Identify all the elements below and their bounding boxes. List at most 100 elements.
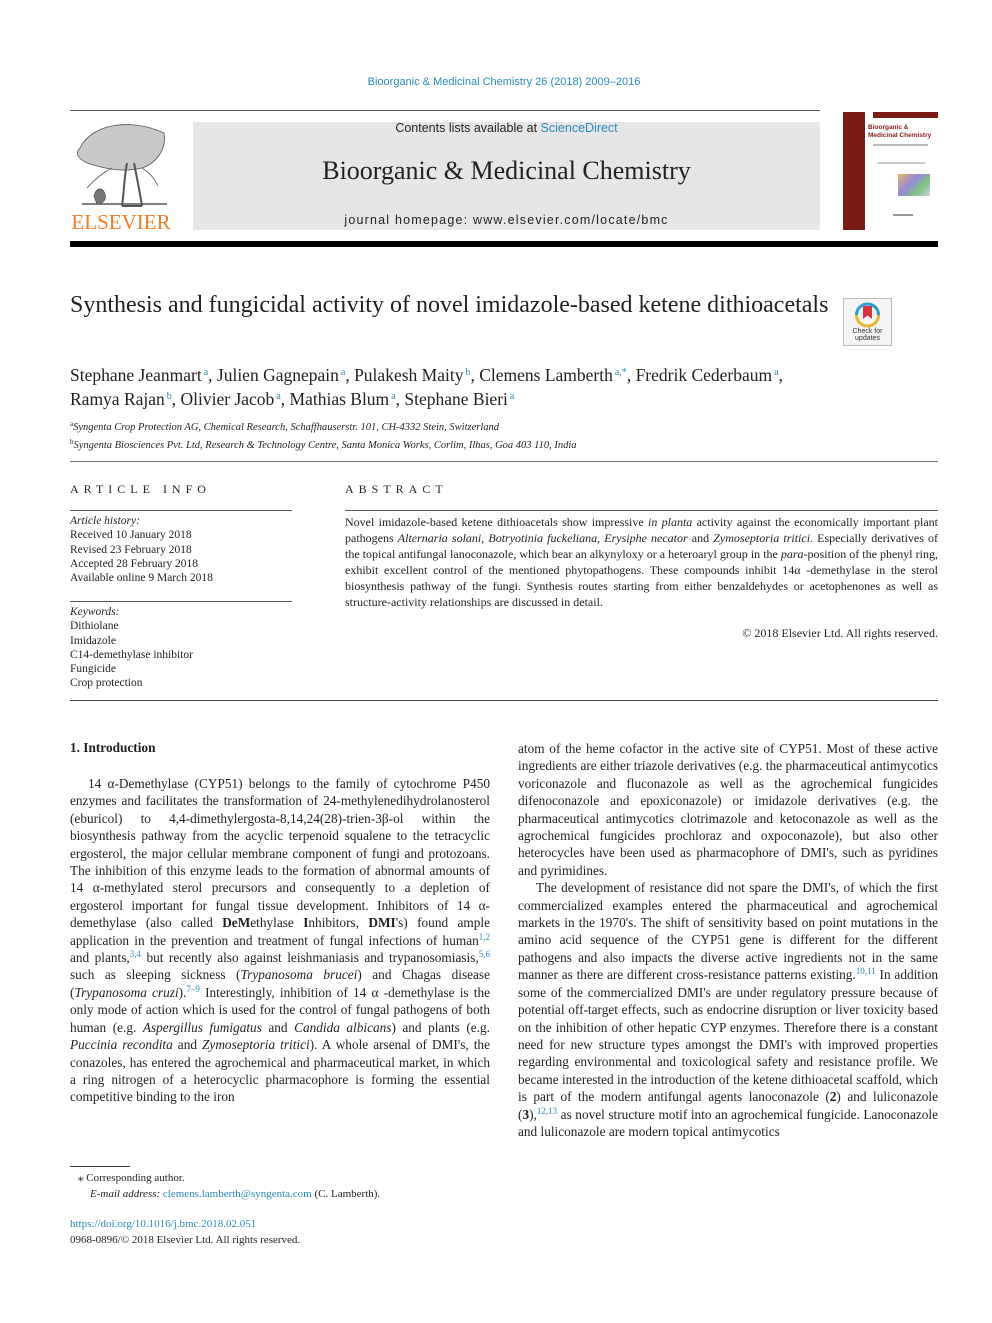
cover-title: Bioorganic & Medicinal Chemistry xyxy=(868,124,932,139)
journal-name[interactable]: Bioorganic & Medicinal Chemistry xyxy=(193,156,820,186)
author-affiliation-marker[interactable]: a xyxy=(510,391,514,402)
author[interactable]: Julien Gagnepain a xyxy=(217,365,345,385)
bold-term: M xyxy=(237,915,251,931)
author-separator: , xyxy=(208,365,217,385)
reference-link[interactable]: 1,2 xyxy=(479,932,490,942)
history-accepted: Accepted 28 February 2018 xyxy=(70,557,199,570)
author[interactable]: Stephane Bieri a xyxy=(404,389,514,409)
author[interactable]: Olivier Jacob a xyxy=(181,389,281,409)
history-received: Received 10 January 2018 xyxy=(70,529,192,542)
doi-block: https://doi.org/10.1016/j.bmc.2018.02.05… xyxy=(70,1216,490,1248)
body-text: nhibitors, xyxy=(308,915,369,931)
check-for-updates-label: Check for updates xyxy=(852,328,883,342)
author-email-link[interactable]: clemens.lamberth@syngenta.com xyxy=(163,1188,312,1200)
article-info-heading: ARTICLE INFO xyxy=(70,482,211,496)
author-name: Fredrik Cederbaum xyxy=(635,365,773,385)
contents-prefix: Contents lists available at xyxy=(395,121,541,135)
body-column-left: 14 α-Demethylase (CYP51) belongs to the … xyxy=(70,775,490,1106)
author[interactable]: Pulakesh Maity b xyxy=(354,365,470,385)
keyword-item: C14-demethylase inhibitor xyxy=(70,648,193,661)
body-text: and plants, xyxy=(70,950,130,966)
body-text: but recently also against leishmaniasis … xyxy=(141,950,479,966)
keywords: Keywords: Dithiolane Imidazole C14-demet… xyxy=(70,605,292,691)
header-thick-rule xyxy=(70,241,938,247)
author-separator: , xyxy=(470,365,480,385)
body-text: and xyxy=(261,1019,295,1035)
body-text: ) and plants (e.g. xyxy=(391,1019,490,1035)
body-text: as novel structure motif into an agroche… xyxy=(518,1106,938,1139)
email-label: E-mail address: xyxy=(90,1188,163,1200)
journal-cover-thumbnail[interactable]: Bioorganic & Medicinal Chemistry xyxy=(843,112,938,230)
sciencedirect-link[interactable]: ScienceDirect xyxy=(541,121,618,135)
author-name: Olivier Jacob xyxy=(180,389,275,409)
author-separator: , xyxy=(345,365,355,385)
author[interactable]: Clemens Lamberth a,* xyxy=(479,365,627,385)
italic-term: Zymoseptoria tritici xyxy=(713,531,811,545)
author-separator: , xyxy=(778,365,783,385)
author[interactable]: Mathias Blum a xyxy=(290,389,396,409)
corresponding-author-note: ⁎ Corresponding author. xyxy=(70,1170,490,1186)
body-text: such as sleeping sickness ( xyxy=(70,967,241,983)
italic-term: Alternaria solani xyxy=(397,531,482,545)
author[interactable]: Fredrik Cederbaum a xyxy=(636,365,779,385)
article-info-rule xyxy=(70,510,292,511)
author-separator: , xyxy=(626,365,636,385)
keyword-item: Dithiolane xyxy=(70,620,119,633)
author-name: Mathias Blum xyxy=(289,389,390,409)
corresponding-text: Corresponding author. xyxy=(86,1172,185,1184)
italic-term: in planta xyxy=(648,515,693,529)
contents-line: Contents lists available at ScienceDirec… xyxy=(193,121,820,135)
journal-citation[interactable]: Bioorganic & Medicinal Chemistry 26 (201… xyxy=(0,76,992,88)
body-text: In addition some of the commercialized D… xyxy=(518,967,938,1105)
abstract-run: and xyxy=(687,531,714,545)
keyword-item: Imidazole xyxy=(70,634,116,647)
keywords-rule xyxy=(70,601,292,602)
cover-molecule-image xyxy=(898,174,930,196)
front-matter-rule xyxy=(70,700,938,701)
body-paragraph: atom of the heme cofactor in the active … xyxy=(518,740,938,879)
reference-link[interactable]: 12,13 xyxy=(537,1106,557,1116)
author[interactable]: Ramya Rajan b xyxy=(70,389,172,409)
affiliation: aSyngenta Crop Protection AG, Chemical R… xyxy=(70,417,940,435)
elsevier-logo[interactable]: ELSEVIER xyxy=(70,118,172,234)
section-heading-introduction: 1. Introduction xyxy=(70,740,156,755)
author-list: Stephane Jeanmart a, Julien Gagnepain a, P… xyxy=(70,362,940,410)
abstract-run: Novel imidazole-based ketene dithioaceta… xyxy=(345,515,648,529)
cover-top-bar xyxy=(873,112,938,118)
elsevier-wordmark: ELSEVIER xyxy=(71,210,171,234)
cover-text-line xyxy=(877,162,925,164)
italic-term: Zymoseptoria tritici xyxy=(202,1037,310,1053)
reference-link[interactable]: 10,11 xyxy=(856,966,876,976)
reference-link[interactable]: 7–9 xyxy=(186,984,200,994)
author-name: Julien Gagnepain xyxy=(216,365,339,385)
check-for-updates-button[interactable]: Check for updates xyxy=(843,298,892,346)
body-paragraph: The development of resistance did not sp… xyxy=(518,879,938,1140)
section-divider xyxy=(70,461,938,462)
italic-term: Trypanosoma brucei xyxy=(240,967,358,983)
footnote-rule xyxy=(70,1166,130,1167)
author-affiliation-marker[interactable]: a,* xyxy=(615,367,627,378)
author-name: Clemens Lamberth xyxy=(479,365,613,385)
history-revised: Revised 23 February 2018 xyxy=(70,543,192,556)
reference-link[interactable]: 3,4 xyxy=(130,949,141,959)
italic-term: Candida albicans xyxy=(294,1019,392,1035)
keyword-item: Fungicide xyxy=(70,663,116,676)
body-text: atom of the heme cofactor in the active … xyxy=(518,741,938,878)
author-name: Pulakesh Maity xyxy=(354,365,464,385)
journal-homepage-link[interactable]: journal homepage: www.elsevier.com/locat… xyxy=(193,213,820,227)
reference-link[interactable]: 5,6 xyxy=(479,949,490,959)
italic-term: Trypanosoma cruzi xyxy=(74,984,179,1000)
abstract-copyright: © 2018 Elsevier Ltd. All rights reserved… xyxy=(742,626,938,640)
bold-term: De xyxy=(222,915,238,931)
author-name: Stephane Jeanmart xyxy=(70,365,202,385)
italic-term: Botryotinia fuckeliana xyxy=(488,531,598,545)
doi-link[interactable]: https://doi.org/10.1016/j.bmc.2018.02.05… xyxy=(70,1216,490,1232)
cover-footer-line xyxy=(893,214,913,216)
author[interactable]: Stephane Jeanmart a xyxy=(70,365,208,385)
abstract-text: Novel imidazole-based ketene dithioaceta… xyxy=(345,514,938,610)
body-column-right: atom of the heme cofactor in the active … xyxy=(518,740,938,1140)
italic-term: Aspergillus fumigatus xyxy=(142,1019,262,1035)
header-top-rule xyxy=(70,110,820,111)
affiliation-text: Syngenta Crop Protection AG, Chemical Re… xyxy=(73,422,500,433)
affiliations: aSyngenta Crop Protection AG, Chemical R… xyxy=(70,417,940,453)
